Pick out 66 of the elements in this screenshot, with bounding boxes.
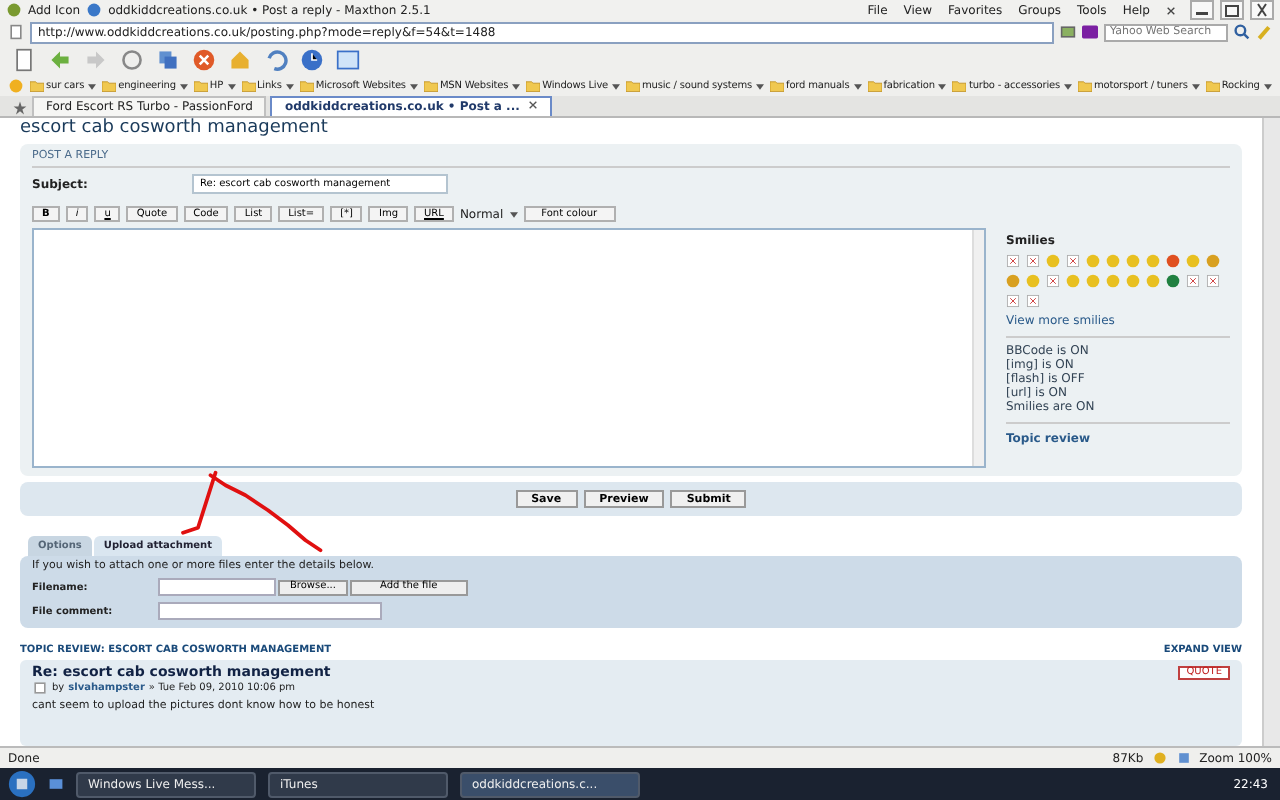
home-icon[interactable] bbox=[228, 48, 252, 72]
highlighter-icon[interactable] bbox=[1256, 24, 1272, 40]
folder-icon bbox=[952, 80, 967, 92]
smiley-icon[interactable] bbox=[1166, 274, 1180, 288]
image-icon[interactable] bbox=[1060, 24, 1076, 40]
caret-icon bbox=[227, 83, 235, 89]
broken-image-icon[interactable] bbox=[1026, 294, 1040, 308]
caret-icon bbox=[1263, 83, 1272, 89]
broken-image-icon[interactable] bbox=[1206, 274, 1220, 288]
page-icon bbox=[8, 24, 24, 40]
caret-icon bbox=[1064, 83, 1072, 89]
folder-icon bbox=[102, 80, 117, 92]
scrollbar[interactable] bbox=[972, 230, 984, 466]
folder-icon bbox=[30, 80, 44, 92]
back-icon[interactable] bbox=[48, 48, 72, 72]
folder-icon bbox=[1205, 80, 1220, 92]
caret-icon bbox=[285, 83, 294, 89]
undo-icon[interactable] bbox=[264, 48, 288, 72]
folder-icon bbox=[193, 80, 208, 92]
folder-icon bbox=[299, 80, 314, 92]
smiley-icon[interactable] bbox=[1166, 254, 1180, 268]
window-icon[interactable] bbox=[336, 48, 360, 72]
start-button-icon[interactable] bbox=[8, 770, 36, 798]
caret-icon bbox=[756, 83, 765, 89]
folder-icon bbox=[1078, 80, 1092, 92]
caret-icon bbox=[509, 211, 518, 217]
file-comment-field[interactable] bbox=[158, 602, 382, 620]
caret-icon bbox=[938, 83, 947, 89]
caret-icon bbox=[179, 83, 188, 89]
clock-icon[interactable] bbox=[300, 48, 324, 72]
folder-icon bbox=[867, 80, 882, 92]
new-page-icon[interactable] bbox=[12, 48, 36, 72]
folder-icon bbox=[423, 80, 438, 92]
desktop-icon[interactable] bbox=[48, 776, 64, 792]
broken-image-icon[interactable] bbox=[1186, 274, 1200, 288]
folder-icon bbox=[770, 80, 785, 92]
broken-image-icon[interactable] bbox=[1026, 254, 1040, 268]
caret-icon bbox=[612, 83, 621, 89]
broken-image-icon[interactable] bbox=[1046, 274, 1060, 288]
restore-icon[interactable] bbox=[1220, 0, 1244, 20]
search-engine-logo[interactable] bbox=[1082, 24, 1098, 40]
smiley-icon[interactable] bbox=[1006, 274, 1020, 288]
close-icon[interactable] bbox=[527, 100, 538, 110]
stop-icon[interactable] bbox=[192, 48, 216, 72]
minimize-icon[interactable] bbox=[1190, 0, 1214, 20]
topic-title: escort cab cosworth management bbox=[20, 118, 330, 138]
filename-field[interactable] bbox=[158, 578, 276, 596]
folder-icon bbox=[626, 80, 641, 92]
post-icon bbox=[32, 680, 48, 696]
broken-image-icon[interactable] bbox=[1006, 294, 1020, 308]
caret-icon bbox=[853, 83, 862, 89]
windows-icon[interactable] bbox=[156, 48, 180, 72]
message-textarea[interactable] bbox=[32, 228, 986, 468]
page-scrollbar[interactable] bbox=[1262, 118, 1280, 746]
folder-icon bbox=[526, 80, 541, 92]
search-icon[interactable] bbox=[1234, 24, 1250, 40]
broken-image-icon[interactable] bbox=[1006, 254, 1020, 268]
caret-icon bbox=[512, 83, 521, 89]
caret-icon bbox=[1191, 83, 1200, 89]
broken-image-icon[interactable] bbox=[1066, 254, 1080, 268]
caret-icon bbox=[88, 83, 97, 89]
close-icon[interactable] bbox=[1166, 5, 1176, 15]
close-icon[interactable] bbox=[1250, 0, 1274, 20]
smiley-icon[interactable] bbox=[1206, 254, 1220, 268]
folder-icon bbox=[241, 80, 255, 92]
caret-icon bbox=[409, 83, 418, 89]
